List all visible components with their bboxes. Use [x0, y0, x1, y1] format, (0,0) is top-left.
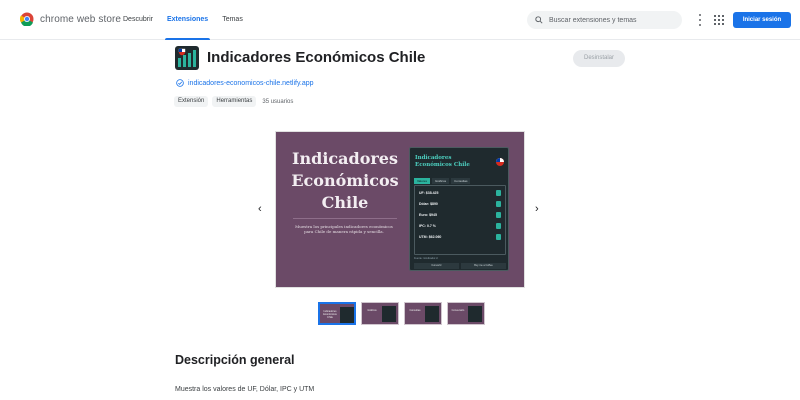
nav-temas[interactable]: Temas	[215, 0, 250, 40]
popup-button: Buy me a Coffee	[461, 263, 506, 269]
copy-icon	[496, 212, 501, 218]
more-options-icon[interactable]	[695, 14, 705, 26]
chrome-logo-icon	[20, 12, 34, 26]
popup-tab: Valores	[414, 178, 430, 184]
thumbnail[interactable]: Indicadores Económicos Chile	[318, 302, 356, 325]
carousel-prev-button[interactable]: ‹	[258, 203, 262, 215]
extension-icon	[175, 46, 199, 70]
thumbnail[interactable]: Gráficos	[361, 302, 399, 325]
copy-icon	[496, 190, 501, 196]
thumbnail-strip: Indicadores Económicos Chile Gráficos Co…	[318, 302, 485, 325]
popup-tab: Gráficos	[431, 178, 450, 184]
value-row: UF: $38.425	[415, 186, 505, 197]
copy-icon	[496, 223, 501, 229]
popup-button: Convertir	[414, 263, 459, 269]
top-bar: chrome web store Descubrir Extensiones T…	[0, 0, 800, 40]
signin-button[interactable]: Iniciar sesión	[733, 12, 791, 28]
user-count: 35 usuarios	[262, 98, 294, 105]
bar-chart-chile-flag-icon	[178, 48, 196, 67]
search-box[interactable]	[527, 11, 682, 29]
screenshot-slide: Indicadores Económicos Chile Muestra los…	[275, 131, 525, 288]
store-brand[interactable]: chrome web store	[20, 12, 121, 26]
thumbnail[interactable]: Consultas	[404, 302, 442, 325]
popup-tab: Consultas	[451, 178, 471, 184]
slide-description: Muestra los principales indicadores econ…	[295, 224, 393, 234]
popup-preview: Indicadores Económicos Chile Valores Grá…	[409, 147, 509, 271]
website-link[interactable]: indicadores-economicos-chile.netlify.app	[188, 80, 314, 87]
slide-title: Indicadores Económicos Chile	[291, 149, 399, 212]
nav-descubrir[interactable]: Descubrir	[116, 0, 160, 40]
main-nav: Descubrir Extensiones Temas	[116, 0, 250, 40]
description-heading: Descripción general	[175, 353, 295, 367]
description-text: Muestra los valores de UF, Dólar, IPC y …	[175, 386, 315, 393]
slide-divider	[293, 218, 397, 219]
website-row: indicadores-economicos-chile.netlify.app	[176, 79, 314, 87]
chile-flag-icon	[496, 158, 504, 166]
popup-buttons: Convertir Buy me a Coffee	[414, 263, 506, 269]
value-row: UTM: $62.060	[415, 230, 505, 241]
popup-footer: Fuente: mindicador.cl	[414, 257, 438, 260]
value-row: Dólar: $890	[415, 197, 505, 208]
thumbnail[interactable]: Conversión	[447, 302, 485, 325]
search-icon	[535, 16, 543, 24]
copy-icon	[496, 234, 501, 240]
tag-row: Extensión Herramientas 35 usuarios	[174, 96, 293, 107]
google-apps-icon[interactable]	[714, 15, 724, 25]
popup-values: UF: $38.425 Dólar: $890 Euro: $945 IPC: …	[414, 185, 506, 255]
uninstall-button[interactable]: Desinstalar	[573, 50, 625, 67]
tag-chip[interactable]: Herramientas	[212, 96, 257, 107]
popup-title: Indicadores Económicos Chile	[415, 155, 470, 168]
value-row: IPC: 0.7 %	[415, 219, 505, 230]
extension-title: Indicadores Económicos Chile	[207, 49, 426, 66]
verified-check-icon	[176, 79, 184, 87]
value-row: Euro: $945	[415, 208, 505, 219]
tag-chip[interactable]: Extensión	[174, 96, 209, 107]
brand-name: chrome web store	[40, 13, 122, 25]
search-input[interactable]	[549, 16, 679, 24]
carousel-next-button[interactable]: ›	[535, 203, 539, 215]
nav-extensiones[interactable]: Extensiones	[160, 0, 215, 40]
popup-tabs: Valores Gráficos Consultas	[414, 178, 471, 184]
copy-icon	[496, 201, 501, 207]
